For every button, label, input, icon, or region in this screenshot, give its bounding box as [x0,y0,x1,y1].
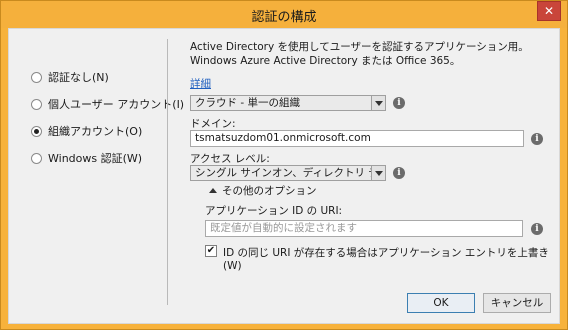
radio-label-windows-auth: Windows 認証(W) [48,152,143,165]
vertical-divider [167,39,168,305]
app-id-uri-placeholder: 既定値が自動的に設定されます [210,222,357,234]
info-icon[interactable]: i [531,223,543,235]
org-type-select[interactable]: クラウド - 単一の組織 [190,95,386,111]
description-text: Active Directory を使用してユーザーを認証するアプリケーション用… [190,41,529,67]
details-link[interactable]: 詳細 [190,76,211,91]
radio-indicator[interactable] [31,98,42,110]
info-icon[interactable]: i [531,133,543,145]
chevron-down-icon[interactable] [371,96,385,110]
cancel-button[interactable]: キャンセル [483,293,551,313]
radio-indicator[interactable] [31,71,42,83]
app-id-uri-input[interactable]: 既定値が自動的に設定されます [205,220,523,237]
radio-indicator-checked[interactable] [31,125,42,137]
radio-label-organizational-accounts: 組織アカウント(O) [48,125,143,138]
title-bar[interactable]: 認証の構成 ✕ [1,1,567,28]
access-level-select[interactable]: シングル サインオン、ディレクトリ データの読み取 [190,165,386,181]
more-options-label: その他のオプション [222,185,317,197]
close-button[interactable]: ✕ [537,1,561,21]
overwrite-label: ID の同じ URI が存在する場合はアプリケーション エントリを上書き(W) [223,247,549,272]
org-type-value: クラウド - 単一の組織 [195,97,300,109]
more-options-toggle[interactable]: その他のオプション [209,183,317,198]
dialog-title: 認証の構成 [251,10,317,25]
radio-windows-auth[interactable]: Windows 認証(W) [31,150,142,166]
app-id-uri-label: アプリケーション ID の URI: [205,205,343,217]
info-icon[interactable]: i [393,97,405,109]
radio-organizational-accounts[interactable]: 組織アカウント(O) [31,123,142,139]
chevron-up-icon[interactable] [209,188,217,193]
dialog-window: 認証の構成 ✕ 認証なし(N) 個人ユーザー アカウント(I) 組織アカウント(… [0,0,568,330]
access-level-value: シングル サインオン、ディレクトリ データの読み取 [195,167,385,179]
chevron-down-icon[interactable] [371,166,385,180]
overwrite-checkbox[interactable]: ✔ [205,245,217,257]
domain-label: ドメイン: [190,118,236,130]
info-icon[interactable]: i [393,167,405,179]
radio-label-no-auth: 認証なし(N) [48,71,109,84]
domain-input[interactable]: tsmatsuzdom01.onmicrosoft.com [190,130,524,147]
radio-no-auth[interactable]: 認証なし(N) [31,69,109,85]
domain-value: tsmatsuzdom01.onmicrosoft.com [195,132,371,144]
radio-label-individual-accounts: 個人ユーザー アカウント(I) [48,98,185,111]
radio-indicator[interactable] [31,152,42,164]
ok-button[interactable]: OK [407,293,475,313]
dialog-content: 認証なし(N) 個人ユーザー アカウント(I) 組織アカウント(O) Windo… [8,28,560,324]
radio-individual-accounts[interactable]: 個人ユーザー アカウント(I) [31,96,184,112]
access-level-label: アクセス レベル: [190,153,270,165]
